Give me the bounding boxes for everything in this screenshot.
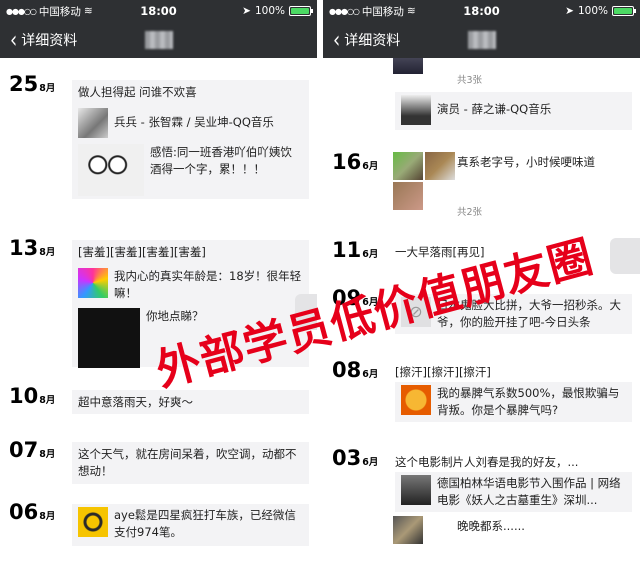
nav-bar: ‹ 详细资料 <box>0 22 317 58</box>
side-handle <box>610 238 640 274</box>
signal-icon: ●●●○○ <box>329 6 360 16</box>
moment-text: 一大早落雨[再见] <box>395 245 485 259</box>
date-label: 258月 <box>9 72 56 96</box>
moment-card[interactable]: 德国柏林华语电影节入围作品 | 网络电影《妖人之古墓重生》深圳... <box>395 472 632 512</box>
image-with-caption[interactable]: 感悟:同一班香港吖伯吖姨饮酒得一个字，累！！！ <box>72 141 309 199</box>
share-title: 德国柏林华语电影节入围作品 | 网络电影《妖人之古墓重生》深圳... <box>437 476 621 507</box>
moment-text: 真系老字号，小时候哽味道 <box>457 155 595 169</box>
album-cover <box>78 108 108 138</box>
blurred-title <box>144 31 173 49</box>
moment-card[interactable]: 超中意落雨天，好爽～ <box>72 390 309 414</box>
signal-icon: ●●●○○ <box>6 6 37 16</box>
moment-card[interactable]: 这个天气，就在房间呆着，吹空调，动都不想动！ <box>72 442 309 484</box>
photo-thumbnail[interactable] <box>393 152 423 180</box>
date-label: 078月 <box>9 438 56 462</box>
date-label: 108月 <box>9 384 56 408</box>
share-thumbnail <box>78 507 108 537</box>
clock: 18:00 <box>463 4 500 18</box>
link-share[interactable]: 我的暴脾气系数500%，最恨欺骗与背叛。你是个暴脾气吗? <box>395 382 632 422</box>
music-title: 兵兵 - 张智霖 / 吴业坤-QQ音乐 <box>114 115 274 129</box>
moment-text: 超中意落雨天，好爽～ <box>78 395 193 409</box>
caption-text: 感悟:同一班香港吖伯吖姨饮酒得一个字，累！！！ <box>150 145 292 176</box>
music-share[interactable]: 演员 - 薛之谦-QQ音乐 <box>395 92 632 128</box>
moment-card[interactable]: 做人担得起 问谁不欢喜 兵兵 - 张智霖 / 吴业坤-QQ音乐 感悟:同一班香港… <box>72 80 309 199</box>
left-screen: ●●●○○ 中国移动 ≋ 18:00 ➤ 100% ‹ 详细资料 258月 做人担得起 … <box>0 0 317 567</box>
moment-text: [害羞][害羞][害羞][害羞] <box>78 245 206 259</box>
wifi-icon: ≋ <box>83 5 93 17</box>
battery-icon <box>612 6 636 16</box>
battery-icon <box>289 6 313 16</box>
photo-thumbnail[interactable] <box>425 152 455 180</box>
date-label: 068月 <box>9 500 56 524</box>
photo-thumbnail[interactable] <box>393 182 423 210</box>
moment-card[interactable]: 演员 - 薛之谦-QQ音乐 <box>395 92 632 130</box>
battery-percent: 100% <box>577 5 608 17</box>
caption-text: 晚晚都系...... <box>457 519 525 533</box>
link-share[interactable]: 我内心的真实年龄是：18岁！很年轻嘛！ <box>72 265 309 305</box>
moment-card[interactable]: aye鬆是四星疯狂打车族，已经微信支付974笔。 <box>72 504 309 546</box>
link-share[interactable]: aye鬆是四星疯狂打车族，已经微信支付974笔。 <box>72 504 309 544</box>
moment-text: 做人担得起 问谁不欢喜 <box>78 85 197 99</box>
date-label: 036月 <box>332 446 379 470</box>
photo-count: 共2张 <box>457 207 483 218</box>
moment-card[interactable]: [害羞][害羞][害羞][害羞] 我内心的真实年龄是：18岁！很年轻嘛！ 你地点… <box>72 240 309 368</box>
nav-bar: ‹ 详细资料 <box>323 22 640 58</box>
share-thumbnail <box>401 385 431 415</box>
moment-text: [擦汗][擦汗][擦汗] <box>395 365 491 379</box>
photo-grid[interactable] <box>393 152 455 180</box>
photo-grid[interactable] <box>393 516 423 544</box>
date-label: 166月 <box>332 150 379 174</box>
photo-thumbnail <box>393 58 423 74</box>
photo-thumbnail[interactable] <box>393 516 423 544</box>
caption-text: 你地点睇？ <box>146 309 204 323</box>
moment-card[interactable]: ⊘ 日本鬼脸大比拼，大爷一招秒杀。大爷，你的脸开挂了吧-今日头条 <box>395 294 632 334</box>
link-share[interactable]: 德国柏林华语电影节入围作品 | 网络电影《妖人之古墓重生》深圳... <box>395 472 632 512</box>
moments-list: 258月 做人担得起 问谁不欢喜 兵兵 - 张智霖 / 吴业坤-QQ音乐 感悟:… <box>0 58 317 567</box>
link-share[interactable]: ⊘ 日本鬼脸大比拼，大爷一招秒杀。大爷，你的脸开挂了吧-今日头条 <box>395 294 632 334</box>
share-title: 日本鬼脸大比拼，大爷一招秒杀。大爷，你的脸开挂了吧-今日头条 <box>437 298 621 329</box>
date-label: 116月 <box>332 238 379 262</box>
music-title: 演员 - 薛之谦-QQ音乐 <box>437 102 552 116</box>
share-title: 我内心的真实年龄是：18岁！很年轻嘛！ <box>114 269 302 300</box>
status-bar: ●●●○○ 中国移动 ≋ 18:00 ➤ 100% <box>0 0 317 22</box>
music-share[interactable]: 兵兵 - 张智霖 / 吴业坤-QQ音乐 <box>72 105 309 141</box>
blurred-title <box>467 31 496 49</box>
chevron-left-icon: ‹ <box>10 26 18 54</box>
battery-percent: 100% <box>254 5 285 17</box>
wifi-icon: ≋ <box>406 5 416 17</box>
location-icon: ➤ <box>565 5 574 17</box>
date-label: 096月 <box>332 286 379 310</box>
back-button[interactable]: ‹ 详细资料 <box>0 26 78 53</box>
moment-card[interactable]: 我的暴脾气系数500%，最恨欺骗与背叛。你是个暴脾气吗? <box>395 382 632 422</box>
moments-list: 共3张 演员 - 薛之谦-QQ音乐 166月 真系老字号，小时候哽味道 共2张 … <box>323 58 640 567</box>
text-image <box>78 308 140 368</box>
back-label: 详细资料 <box>21 33 78 49</box>
link-icon: ⊘ <box>401 297 431 327</box>
share-title: aye鬆是四星疯狂打车族，已经微信支付974笔。 <box>114 508 296 539</box>
photo-count: 共3张 <box>457 75 483 86</box>
meme-image <box>78 144 144 196</box>
moment-text: 这个电影制片人刘春是我的好友，... <box>395 455 579 469</box>
location-icon: ➤ <box>242 5 251 17</box>
image-with-caption[interactable]: 你地点睇？ <box>72 305 309 371</box>
date-label: 138月 <box>9 236 56 260</box>
clock: 18:00 <box>140 4 177 18</box>
status-bar: ●●●○○ 中国移动 ≋ 18:00 ➤ 100% <box>323 0 640 22</box>
share-thumbnail <box>78 268 108 298</box>
right-screen: ●●●○○ 中国移动 ≋ 18:00 ➤ 100% ‹ 详细资料 共3张 演员 - 薛之… <box>323 0 640 567</box>
carrier: 中国移动 <box>38 5 81 18</box>
share-title: 我的暴脾气系数500%，最恨欺骗与背叛。你是个暴脾气吗? <box>437 386 620 417</box>
moment-text: 这个天气，就在房间呆着，吹空调，动都不想动！ <box>78 447 297 478</box>
side-handle <box>295 294 317 330</box>
album-cover <box>401 95 431 125</box>
carrier: 中国移动 <box>361 5 404 18</box>
chevron-left-icon: ‹ <box>333 26 341 54</box>
back-label: 详细资料 <box>344 33 401 49</box>
back-button[interactable]: ‹ 详细资料 <box>323 26 401 53</box>
share-thumbnail <box>401 475 431 505</box>
date-label: 086月 <box>332 358 379 382</box>
